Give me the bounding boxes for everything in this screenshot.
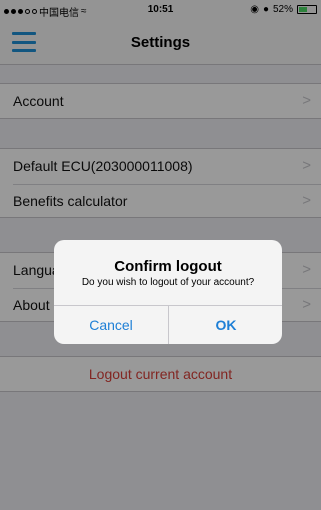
confirm-logout-dialog: Confirm logout Do you wish to logout of … xyxy=(54,240,282,344)
app-screen: 中国电信 ≈ 10:51 ◉ ● 52% Settings Account > … xyxy=(0,0,321,510)
cancel-button[interactable]: Cancel xyxy=(54,306,168,344)
dialog-message: Do you wish to logout of your account? xyxy=(81,277,255,288)
ok-button[interactable]: OK xyxy=(169,306,282,344)
dialog-title: Confirm logout xyxy=(114,258,222,275)
